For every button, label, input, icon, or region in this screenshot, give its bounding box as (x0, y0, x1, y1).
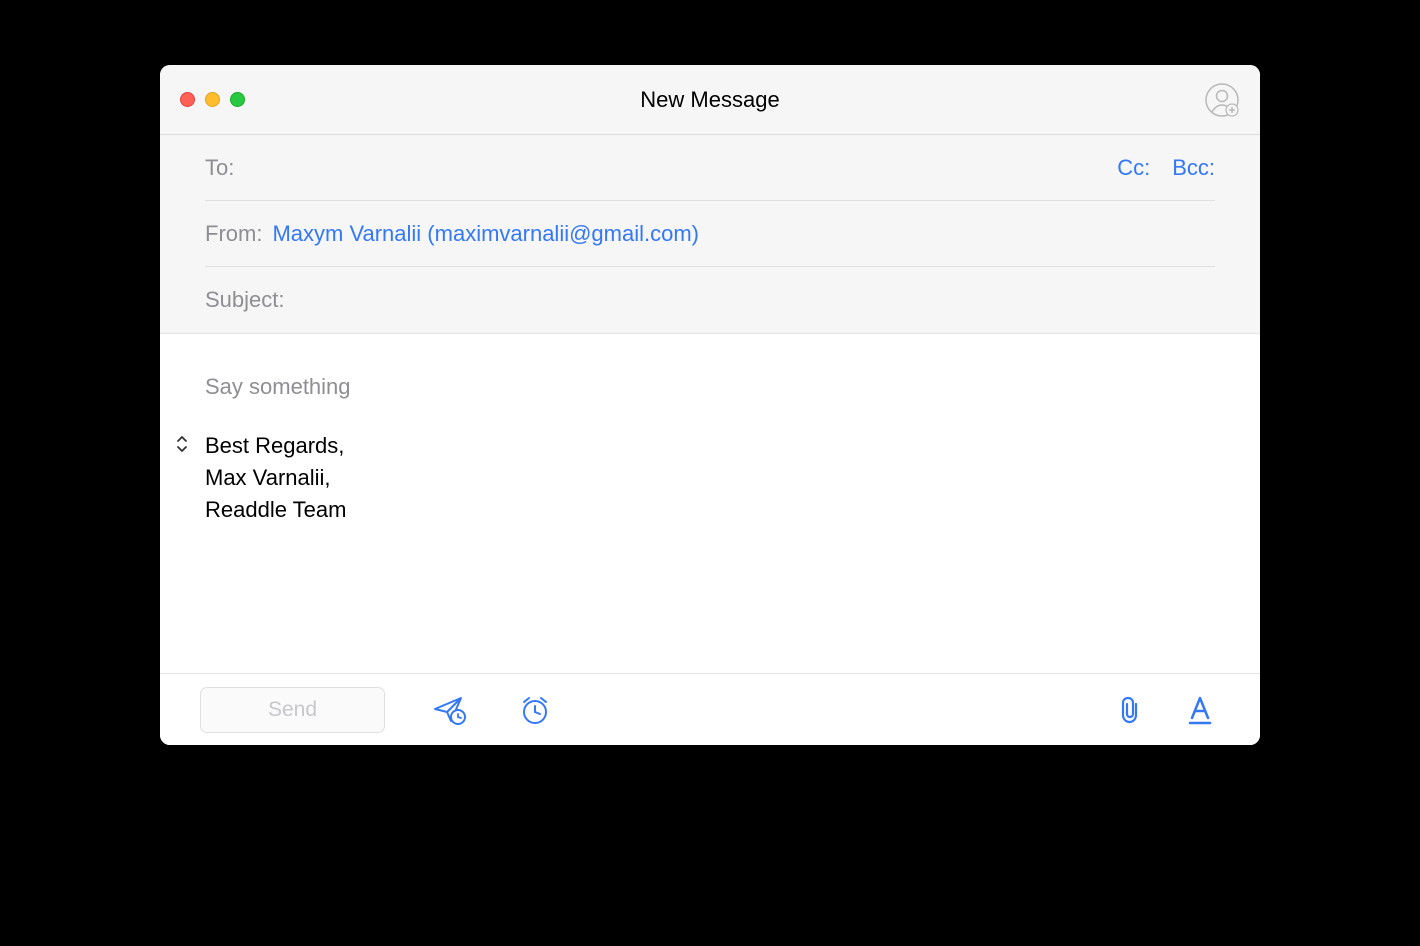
message-body[interactable]: Say something Best Regards, Max Varnalii… (160, 334, 1260, 673)
attachment-button[interactable] (1110, 690, 1150, 730)
minimize-button[interactable] (205, 92, 220, 107)
signature-block: Best Regards, Max Varnalii, Readdle Team (205, 430, 1215, 526)
send-button[interactable]: Send (200, 687, 385, 733)
to-input[interactable] (244, 155, 1117, 181)
send-later-button[interactable] (430, 690, 470, 730)
format-button[interactable] (1180, 690, 1220, 730)
signature-line: Max Varnalii, (205, 462, 1215, 494)
bcc-link[interactable]: Bcc: (1172, 155, 1215, 181)
from-label: From: (205, 221, 262, 247)
header-fields: To: Cc: Bcc: From: Maxym Varnalii (maxim… (160, 135, 1260, 334)
cc-link[interactable]: Cc: (1117, 155, 1150, 181)
compose-toolbar: Send (160, 673, 1260, 745)
reminder-button[interactable] (515, 690, 555, 730)
add-contact-icon (1205, 83, 1239, 117)
close-button[interactable] (180, 92, 195, 107)
window-controls (180, 92, 245, 107)
subject-field-row: Subject: (205, 267, 1215, 333)
chevron-updown-icon (175, 434, 189, 454)
paperclip-icon (1116, 695, 1144, 725)
signature-line: Best Regards, (205, 430, 1215, 462)
compose-window: New Message To: Cc: Bcc: From: Maxym Var… (160, 65, 1260, 745)
alarm-clock-icon (519, 694, 551, 726)
body-placeholder: Say something (205, 374, 1215, 400)
maximize-button[interactable] (230, 92, 245, 107)
to-field-row: To: Cc: Bcc: (205, 135, 1215, 201)
from-dropdown[interactable]: Maxym Varnalii (maximvarnalii@gmail.com) (272, 221, 699, 247)
titlebar: New Message (160, 65, 1260, 135)
window-title: New Message (640, 87, 779, 113)
from-field-row: From: Maxym Varnalii (maximvarnalii@gmai… (205, 201, 1215, 267)
signature-line: Readdle Team (205, 494, 1215, 526)
cc-bcc-links: Cc: Bcc: (1117, 155, 1215, 181)
subject-label: Subject: (205, 287, 285, 313)
subject-input[interactable] (295, 287, 1216, 313)
signature-toggle[interactable] (175, 434, 189, 457)
paper-plane-clock-icon (433, 695, 467, 725)
text-format-icon (1186, 695, 1214, 725)
add-contact-button[interactable] (1204, 82, 1240, 118)
to-label: To: (205, 155, 234, 181)
